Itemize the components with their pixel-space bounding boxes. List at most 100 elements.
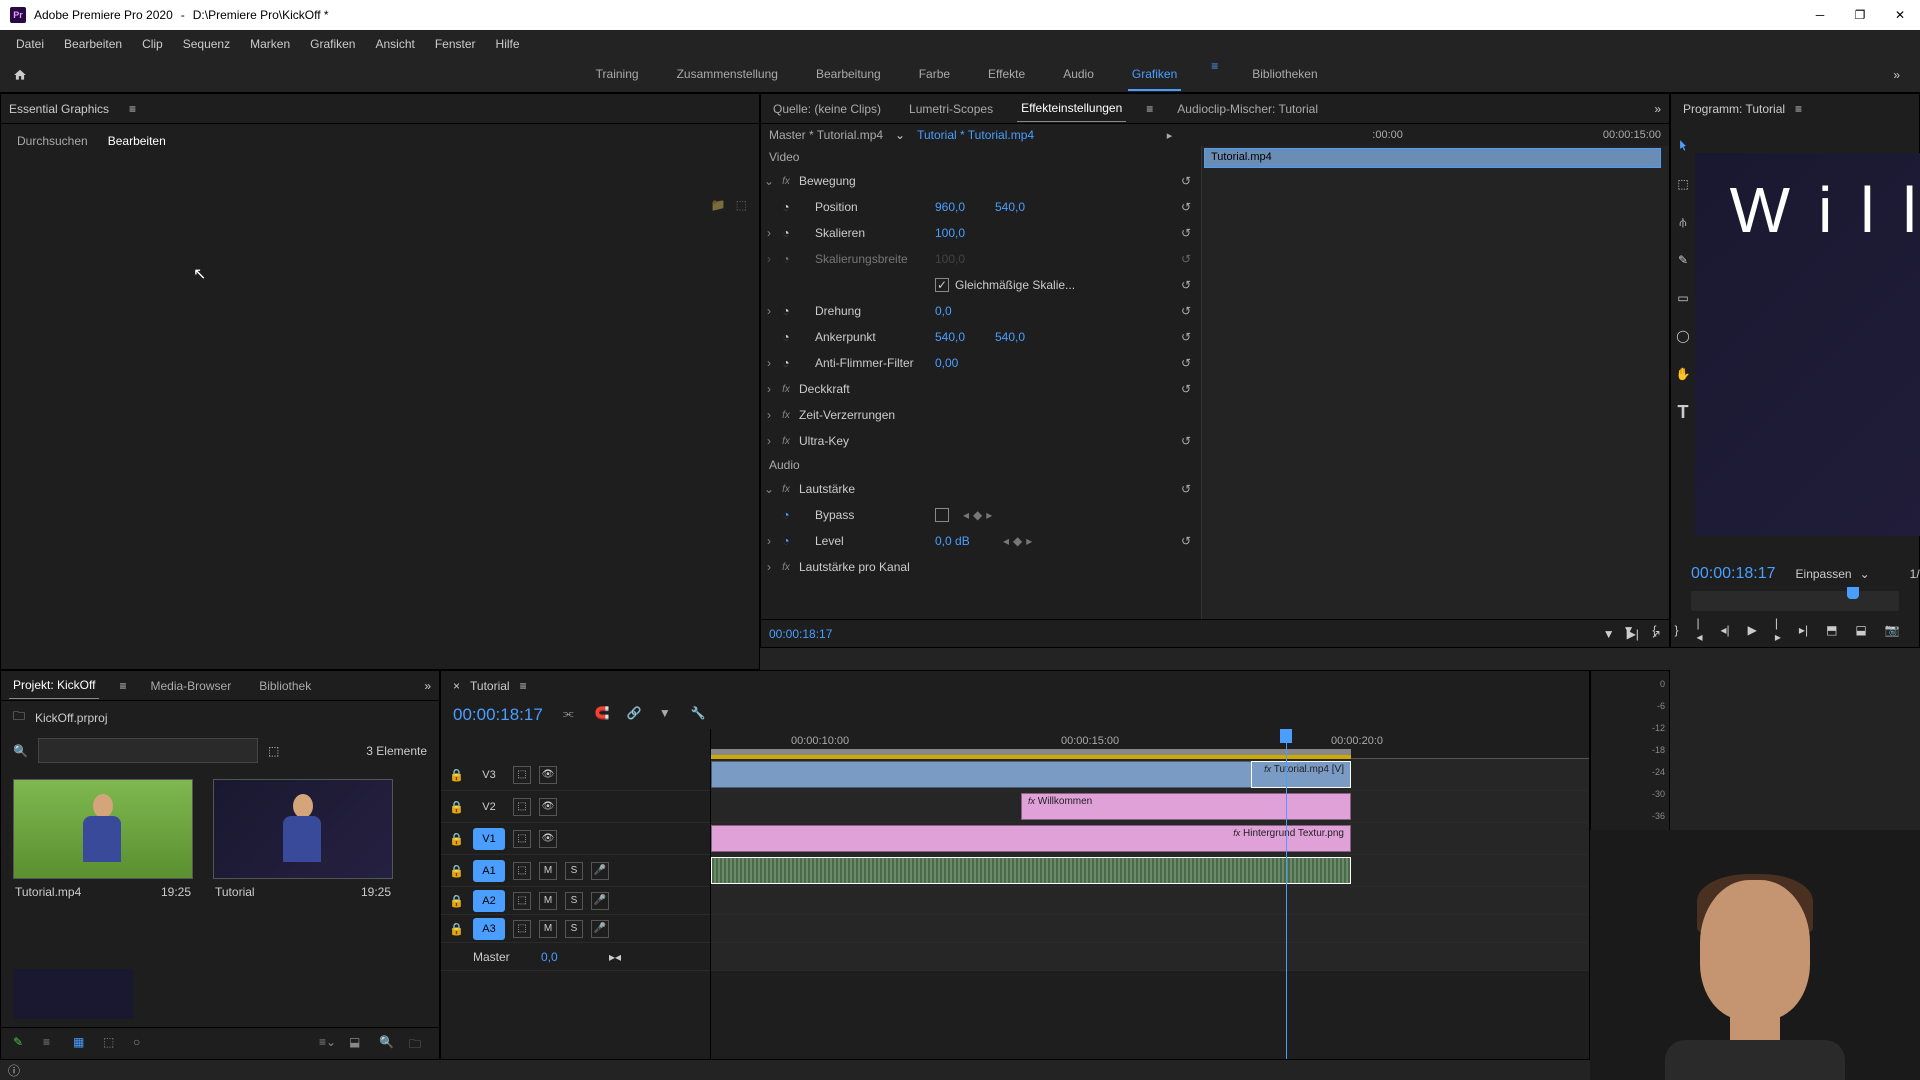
reset-icon[interactable]: ↺ <box>1181 382 1201 396</box>
eg-tab-edit[interactable]: Bearbeiten <box>108 134 166 148</box>
freeform-view-icon[interactable]: ⬚ <box>103 1035 121 1053</box>
mark-in-icon[interactable]: { <box>1652 619 1656 641</box>
skalieren-val[interactable]: 100,0 <box>935 226 995 240</box>
track-v1[interactable]: V1 <box>473 828 505 850</box>
ankerpunkt-x[interactable]: 540,0 <box>935 330 995 344</box>
linked-sel-icon[interactable]: 🔗 <box>627 706 645 724</box>
minimize-button[interactable]: ─ <box>1810 5 1830 25</box>
chevron-down-icon[interactable]: ⌄ <box>895 128 905 142</box>
direct-select-icon[interactable]: ⬚ <box>1671 172 1695 196</box>
stopwatch-icon[interactable]: ◔ <box>777 226 795 240</box>
add-key-icon[interactable]: ◆ <box>1013 534 1022 548</box>
new-layer-icon[interactable]: ⬚ <box>736 198 747 212</box>
reset-icon[interactable]: ↺ <box>1181 434 1201 448</box>
program-fit-dropdown[interactable]: Einpassen ⌄ <box>1796 567 1870 581</box>
prop-ultrakey[interactable]: Ultra-Key <box>795 434 935 448</box>
timeline-playhead[interactable] <box>1286 729 1287 1059</box>
panel-overflow[interactable]: » <box>1654 102 1661 116</box>
menu-bearbeiten[interactable]: Bearbeiten <box>54 33 132 55</box>
fx-badge-icon[interactable]: fx <box>777 484 795 495</box>
new-bin-icon[interactable]: 🗀 <box>409 1035 427 1053</box>
sort-icon[interactable]: ≡⌄ <box>319 1035 337 1053</box>
reset-icon[interactable]: ↺ <box>1181 534 1201 548</box>
track-output-icon[interactable]: 👁 <box>539 798 557 816</box>
track-a1[interactable]: A1 <box>473 860 505 882</box>
track-master[interactable]: Master <box>473 950 533 964</box>
twirl-icon[interactable]: › <box>761 356 777 370</box>
position-y[interactable]: 540,0 <box>995 200 1055 214</box>
master-meter-icon[interactable]: ▸◂ <box>609 950 621 964</box>
icon-view-icon[interactable]: ▦ <box>73 1035 91 1053</box>
track-output-icon[interactable]: 👁 <box>539 766 557 784</box>
drehung-val[interactable]: 0,0 <box>935 304 995 318</box>
folder-icon[interactable]: 📁 <box>711 198 726 212</box>
lock-icon[interactable]: 🔒 <box>449 922 465 936</box>
fx-badge-icon[interactable]: fx <box>777 436 795 447</box>
filter-icon[interactable]: ▼ <box>1603 627 1615 641</box>
panel-menu-icon[interactable]: ≡ <box>1795 102 1802 116</box>
panel-menu-icon[interactable]: ≡ <box>129 102 136 116</box>
lock-icon[interactable]: 🔒 <box>449 864 465 878</box>
menu-ansicht[interactable]: Ansicht <box>365 33 424 55</box>
twirl-icon[interactable]: › <box>761 226 777 240</box>
ec-playhead-tc[interactable]: 00:00:18:17 <box>769 627 832 641</box>
lock-icon[interactable]: 🔒 <box>449 832 465 846</box>
ws-effekte[interactable]: Effekte <box>984 59 1029 91</box>
ec-keyframe-timeline[interactable]: Tutorial.mp4 <box>1201 146 1669 619</box>
snap-icon[interactable]: 🧲 <box>595 706 613 724</box>
timeline-tc[interactable]: 00:00:18:17 <box>453 705 543 725</box>
next-key-icon[interactable]: ▸ <box>986 508 992 522</box>
uniform-scale-checkbox[interactable]: ✓ <box>935 278 949 292</box>
menu-datei[interactable]: Datei <box>6 33 54 55</box>
voice-icon[interactable]: 🎤 <box>591 892 609 910</box>
twirl-icon[interactable]: ⌄ <box>761 174 777 188</box>
menu-fenster[interactable]: Fenster <box>425 33 486 55</box>
ws-bibliotheken[interactable]: Bibliotheken <box>1248 59 1321 91</box>
fx-badge-icon[interactable]: fx <box>777 384 795 395</box>
sync-lock-icon[interactable]: ⬚ <box>513 920 531 938</box>
step-forward-icon[interactable]: |▸ <box>1775 619 1781 641</box>
menu-clip[interactable]: Clip <box>132 33 173 55</box>
sync-lock-icon[interactable]: ⬚ <box>513 830 531 848</box>
prev-key-icon[interactable]: ◂ <box>1003 534 1009 548</box>
twirl-icon[interactable]: ⌄ <box>761 482 777 496</box>
type-tool-icon[interactable]: T <box>1671 400 1695 424</box>
find-icon[interactable]: 🔍 <box>379 1035 397 1053</box>
go-to-in-icon[interactable]: |◂ <box>1697 619 1703 641</box>
sequence-name[interactable]: Tutorial <box>470 679 510 693</box>
project-search-input[interactable] <box>38 738 258 763</box>
program-playhead[interactable] <box>1847 587 1859 599</box>
reset-icon[interactable]: ↺ <box>1181 482 1201 496</box>
filter-icon[interactable]: ⬚ <box>268 744 279 758</box>
panel-menu-icon[interactable]: ≡ <box>1146 102 1153 116</box>
clip-a1[interactable] <box>711 857 1351 884</box>
ec-clip-bar[interactable]: Tutorial.mp4 <box>1204 148 1661 168</box>
twirl-icon[interactable]: › <box>761 434 777 448</box>
clip-v3[interactable]: fx Tutorial.mp4 [V] <box>1251 761 1351 788</box>
clip-v2[interactable]: fx Willkommen <box>1021 793 1351 820</box>
solo-button[interactable]: S <box>565 920 583 938</box>
pen-tool-icon[interactable]: ✎ <box>1671 248 1695 272</box>
zoom-slider[interactable]: ○ <box>133 1035 151 1053</box>
settings-icon[interactable]: 🔧 <box>691 706 709 724</box>
menu-hilfe[interactable]: Hilfe <box>486 33 530 55</box>
mark-out-icon[interactable]: } <box>1675 619 1679 641</box>
fx-badge-icon[interactable]: fx <box>777 176 795 187</box>
prop-zeit[interactable]: Zeit-Verzerrungen <box>795 408 935 422</box>
prop-deckkraft[interactable]: Deckkraft <box>795 382 935 396</box>
ws-zusammenstellung[interactable]: Zusammenstellung <box>673 59 782 91</box>
ws-audio[interactable]: Audio <box>1059 59 1098 91</box>
tab-bibliothek[interactable]: Bibliothek <box>255 673 315 699</box>
stopwatch-icon[interactable]: ◔ <box>777 304 795 318</box>
reset-icon[interactable]: ↺ <box>1181 278 1201 292</box>
prev-key-icon[interactable]: ◂ <box>963 508 969 522</box>
position-x[interactable]: 960,0 <box>935 200 995 214</box>
eg-tab-browse[interactable]: Durchsuchen <box>17 134 88 148</box>
clip-v1[interactable]: fx Hintergrund Textur.png <box>711 825 1351 852</box>
timeline-ruler[interactable]: 00:00:10:00 00:00:15:00 00:00:20:0 <box>711 729 1589 759</box>
stopwatch-icon[interactable]: ◔ <box>777 356 795 370</box>
track-a2[interactable]: A2 <box>473 890 505 912</box>
maximize-button[interactable]: ❐ <box>1850 5 1870 25</box>
program-scrubber[interactable] <box>1691 591 1899 611</box>
fx-badge-icon[interactable]: fx <box>777 562 795 573</box>
